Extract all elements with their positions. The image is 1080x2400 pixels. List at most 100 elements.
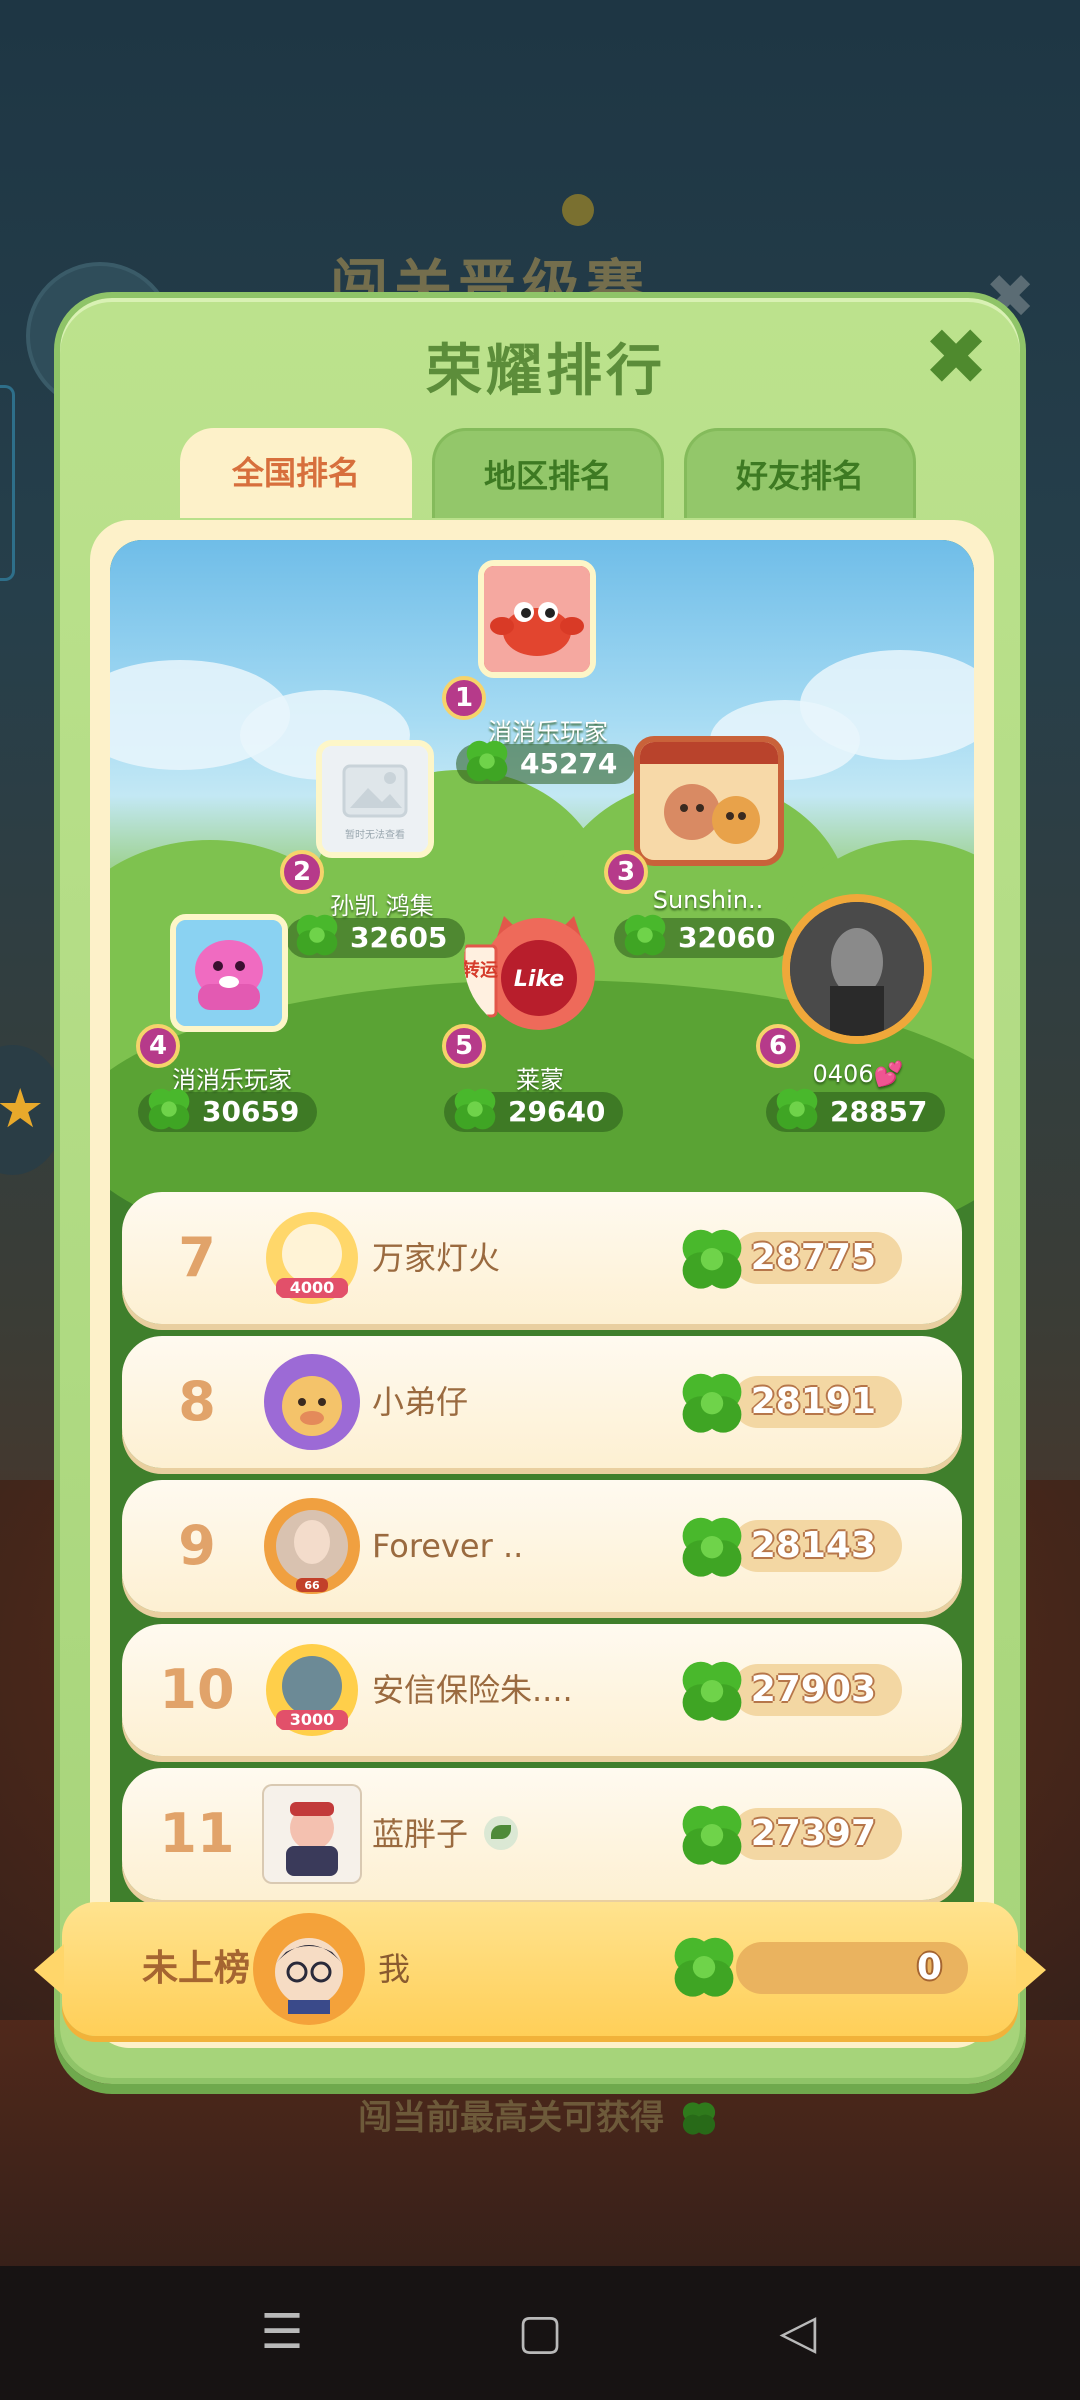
podium-score-3: 32060 bbox=[614, 914, 794, 958]
row-name: 万家灯火 bbox=[372, 1239, 501, 1277]
my-score: 0 bbox=[736, 1942, 968, 1994]
clover-icon bbox=[466, 740, 508, 782]
tab-friends[interactable]: 好友排名 bbox=[684, 428, 916, 518]
podium-score-5: 29640 bbox=[444, 1088, 624, 1132]
row-name: 安信保险朱.... bbox=[372, 1671, 573, 1709]
avatar-badge-text: Like bbox=[514, 967, 564, 992]
row-rank: 7 bbox=[178, 1226, 216, 1289]
avatar-caption: 暂时无法查看 bbox=[345, 828, 405, 841]
clover-icon bbox=[776, 1088, 818, 1130]
avatar-label-text: 转运 bbox=[464, 959, 498, 981]
row-score: 28775 bbox=[732, 1232, 902, 1284]
tab-national[interactable]: 全国排名 bbox=[180, 428, 412, 518]
home-icon[interactable]: ▢ bbox=[510, 2302, 570, 2362]
podium-score-1: 45274 bbox=[456, 740, 636, 784]
row-avatar bbox=[262, 1784, 362, 1884]
photo-frame-avatar-icon: 66 bbox=[264, 1498, 360, 1594]
detective-avatar-icon bbox=[253, 1913, 365, 2025]
ranking-row[interactable]: 11 蓝胖子 27397 bbox=[122, 1768, 962, 1900]
clover-icon bbox=[454, 1088, 496, 1130]
star-icon: ★ bbox=[0, 1077, 45, 1140]
score-value: 28857 bbox=[830, 1095, 928, 1128]
row-name: Forever .. bbox=[372, 1527, 524, 1565]
podium-score-4: 30659 bbox=[138, 1088, 318, 1132]
podium-avatar-3[interactable] bbox=[634, 736, 784, 866]
ranking-row[interactable]: 8 小弟仔 28191 bbox=[122, 1336, 962, 1468]
rooster-frame-avatar-icon: 3000 bbox=[266, 1644, 358, 1736]
podium: 1 消消乐玩家 45274 暂时无法查看 2 孙凯 鸿集 32605 3 Sun… bbox=[110, 540, 974, 1280]
row-score: 27903 bbox=[732, 1664, 902, 1716]
my-name: 我 bbox=[378, 1950, 411, 1988]
reward-hint: 闯当前最高关可获得 bbox=[0, 2090, 1080, 2143]
clover-icon bbox=[682, 1805, 742, 1865]
row-avatar bbox=[262, 1352, 362, 1452]
bear-house-icon bbox=[640, 742, 778, 860]
score-value: 45274 bbox=[520, 747, 618, 780]
tab-regional[interactable]: 地区排名 bbox=[432, 428, 664, 518]
clover-icon bbox=[682, 1517, 742, 1577]
reward-hint-text: 闯当前最高关可获得 bbox=[358, 2098, 665, 2138]
clover-icon bbox=[148, 1088, 190, 1130]
podium-avatar-6[interactable] bbox=[782, 894, 932, 1044]
score-value: 29640 bbox=[508, 1095, 606, 1128]
row-rank: 10 bbox=[159, 1658, 235, 1721]
clover-icon bbox=[682, 1661, 742, 1721]
ranking-dialog: 荣耀排行 ✖ 全国排名 地区排名 好友排名 1 消消乐玩家 45274 暂时无法… bbox=[54, 292, 1026, 2084]
ranking-row[interactable]: 7 4000 万家灯火 28775 bbox=[122, 1192, 962, 1324]
cartoon-character-avatar-icon bbox=[262, 1784, 362, 1884]
row-name-text: 蓝胖子 bbox=[372, 1815, 469, 1853]
frame-badge: 3000 bbox=[290, 1710, 335, 1729]
menu-icon[interactable]: ☰ bbox=[252, 2302, 312, 2362]
my-rank-bar[interactable]: 未上榜 我 0 bbox=[34, 1902, 1046, 2036]
background-side-tab bbox=[0, 385, 15, 581]
row-name: 蓝胖子 bbox=[372, 1768, 519, 1900]
clover-icon bbox=[296, 914, 338, 956]
close-icon: ✖ bbox=[923, 313, 989, 403]
row-rank: 11 bbox=[159, 1802, 235, 1865]
ranking-list[interactable]: 1 消消乐玩家 45274 暂时无法查看 2 孙凯 鸿集 32605 3 Sun… bbox=[110, 540, 974, 1980]
podium-avatar-1[interactable] bbox=[478, 560, 596, 678]
clover-icon bbox=[624, 914, 666, 956]
score-value: 30659 bbox=[202, 1095, 300, 1128]
clover-icon bbox=[674, 1937, 734, 1997]
frame-badge: 4000 bbox=[290, 1278, 335, 1297]
clover-icon bbox=[682, 1229, 742, 1289]
crab-avatar-icon bbox=[484, 566, 590, 672]
podium-avatar-2[interactable]: 暂时无法查看 bbox=[316, 740, 434, 858]
my-rank-status: 未上榜 bbox=[142, 1948, 251, 1989]
podium-avatar-4[interactable] bbox=[170, 914, 288, 1032]
ranking-row[interactable]: 10 3000 安信保险朱.... 27903 bbox=[122, 1624, 962, 1756]
rooster-frame-avatar-icon: 4000 bbox=[266, 1212, 358, 1304]
row-score: 27397 bbox=[732, 1808, 902, 1860]
leaf-emoji-icon bbox=[484, 1816, 519, 1850]
podium-score-2: 32605 bbox=[286, 914, 466, 958]
ranking-board: 1 消消乐玩家 45274 暂时无法查看 2 孙凯 鸿集 32605 3 Sun… bbox=[90, 520, 994, 2048]
lucky-cat-avatar-icon: Like 转运 bbox=[464, 916, 595, 1030]
row-avatar: 4000 bbox=[262, 1208, 362, 1308]
podium-avatar-5[interactable]: Like 转运 bbox=[464, 886, 614, 1036]
row-avatar: 3000 bbox=[262, 1640, 362, 1740]
placeholder-image-icon: 暂时无法查看 bbox=[322, 746, 428, 852]
podium-score-6: 28857 bbox=[766, 1088, 946, 1132]
row-rank: 9 bbox=[178, 1514, 216, 1577]
clover-icon bbox=[682, 2101, 716, 2135]
back-icon[interactable]: ◁ bbox=[768, 2302, 828, 2362]
score-value: 32060 bbox=[678, 921, 776, 954]
cartoon-ox-avatar-icon bbox=[264, 1354, 360, 1450]
score-value: 32605 bbox=[350, 921, 448, 954]
row-score: 28191 bbox=[732, 1376, 902, 1428]
frame-badge: 66 bbox=[304, 1579, 320, 1592]
ranking-row[interactable]: 9 66 Forever .. 28143 bbox=[122, 1480, 962, 1612]
row-rank: 8 bbox=[178, 1370, 216, 1433]
close-button[interactable]: ✖ bbox=[920, 319, 992, 397]
system-nav-bar: ☰ ▢ ◁ bbox=[0, 2266, 1080, 2400]
background-coin bbox=[562, 194, 594, 226]
row-name: 小弟仔 bbox=[372, 1383, 469, 1421]
portrait-avatar-icon bbox=[790, 902, 924, 1036]
row-avatar: 66 bbox=[262, 1496, 362, 1596]
dialog-title: 荣耀排行 bbox=[426, 339, 666, 404]
row-score: 28143 bbox=[732, 1520, 902, 1572]
clover-icon bbox=[682, 1373, 742, 1433]
octopus-avatar-icon bbox=[176, 920, 282, 1026]
my-avatar bbox=[252, 1912, 366, 2026]
